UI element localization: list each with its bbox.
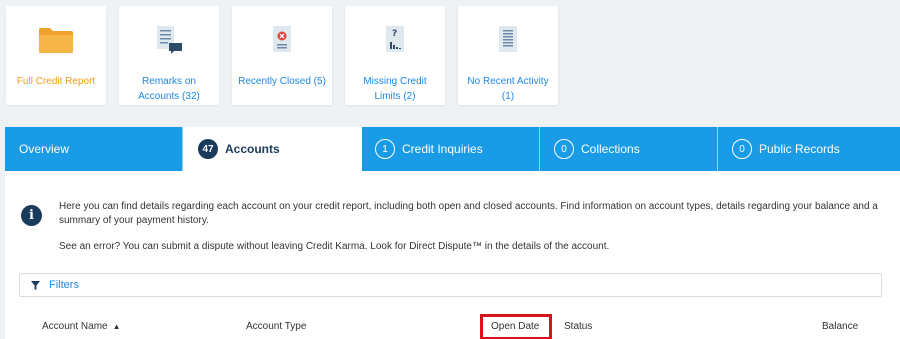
- tab-public-records[interactable]: 0 Public Records: [718, 127, 900, 171]
- tab-collections[interactable]: 0 Collections: [540, 127, 718, 171]
- tab-accounts[interactable]: 47 Accounts: [183, 127, 362, 171]
- column-header-account-name[interactable]: Account Name ▲: [42, 321, 121, 332]
- info-paragraph: Here you can find details regarding each…: [59, 201, 878, 226]
- document-lines-icon: [496, 18, 520, 62]
- tab-overview[interactable]: Overview: [5, 127, 183, 171]
- tab-label: Accounts: [225, 142, 280, 156]
- tab-label: Credit Inquiries: [402, 142, 483, 156]
- svg-text:?: ?: [392, 29, 397, 39]
- info-message: Here you can find details regarding each…: [59, 200, 889, 254]
- tab-label: Collections: [581, 142, 640, 156]
- document-closed-icon: [270, 18, 294, 62]
- info-icon: i: [21, 205, 42, 226]
- card-full-credit-report[interactable]: Full Credit Report: [6, 6, 106, 105]
- report-tabs: Overview 47 Accounts 1 Credit Inquiries …: [5, 127, 900, 171]
- highlight-box: [480, 314, 552, 339]
- tab-count-badge: 1: [375, 139, 395, 159]
- card-recently-closed[interactable]: Recently Closed (5): [232, 6, 332, 105]
- card-missing-credit-limits[interactable]: ? Missing Credit Limits (2): [345, 6, 445, 105]
- tab-label: Public Records: [759, 142, 840, 156]
- document-question-icon: ?: [383, 18, 407, 62]
- card-remarks-on-accounts[interactable]: Remarks on Accounts (32): [119, 6, 219, 105]
- sort-asc-icon: ▲: [112, 322, 121, 331]
- tab-count-badge: 47: [198, 139, 218, 159]
- report-cards: Full Credit Report Remarks on Accounts (…: [6, 6, 558, 105]
- card-label: Missing Credit Limits (2): [363, 76, 427, 102]
- tab-count-badge: 0: [732, 139, 752, 159]
- filters-label: Filters: [49, 279, 79, 291]
- column-header-status[interactable]: Status: [564, 321, 592, 332]
- card-label: Recently Closed (5): [238, 76, 326, 87]
- accounts-panel: i Here you can find details regarding ea…: [5, 171, 900, 339]
- tab-count-badge: 0: [554, 139, 574, 159]
- card-label: Remarks on Accounts (32): [138, 76, 200, 102]
- filters-toggle[interactable]: Filters: [19, 273, 882, 297]
- tab-label: Overview: [19, 142, 70, 156]
- column-header-account-type[interactable]: Account Type: [246, 321, 306, 332]
- column-header-balance[interactable]: Balance: [822, 321, 858, 332]
- card-label: No Recent Activity (1): [467, 76, 549, 102]
- folder-icon: [38, 18, 74, 62]
- document-comment-icon: [154, 18, 184, 62]
- filter-icon: [31, 280, 40, 290]
- card-label: Full Credit Report: [16, 76, 96, 87]
- card-no-recent-activity[interactable]: No Recent Activity (1): [458, 6, 558, 105]
- tab-credit-inquiries[interactable]: 1 Credit Inquiries: [362, 127, 540, 171]
- info-paragraph: See an error? You can submit a dispute w…: [59, 241, 610, 252]
